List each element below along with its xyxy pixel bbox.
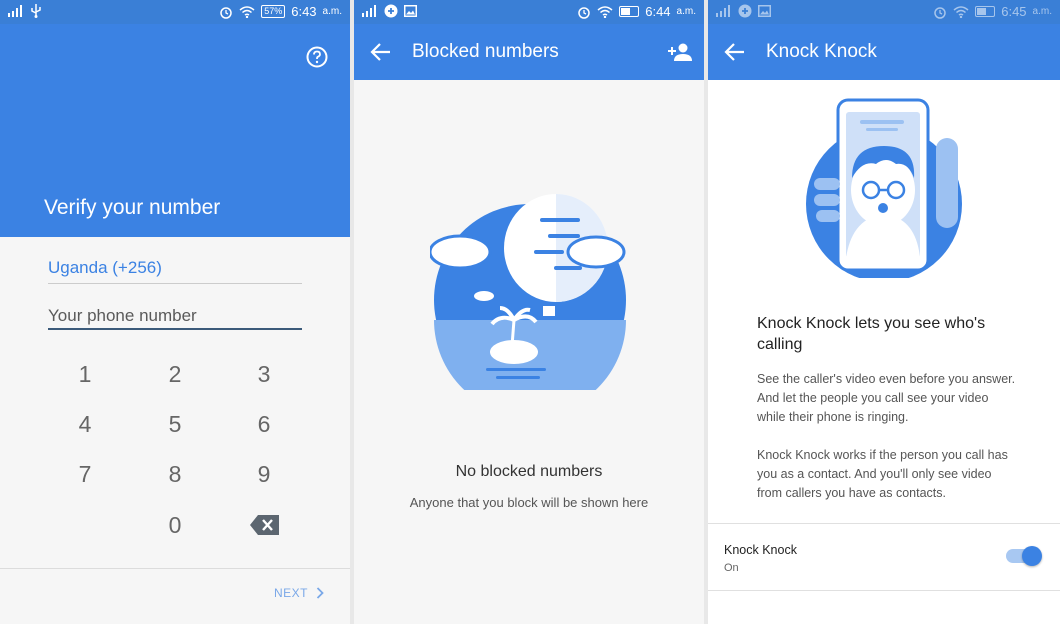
knock-knock-setting-value: On [724,562,739,574]
signal-icon [716,5,730,17]
header-hero: Verify your number [0,24,350,237]
image-icon [758,5,771,17]
toggle-thumb [1022,546,1042,566]
settings-divider [708,523,1060,524]
clock-ampm: a.m. [322,6,342,17]
knock-knock-setting-label[interactable]: Knock Knock [724,543,797,557]
alarm-icon [220,6,232,19]
back-arrow-icon[interactable] [370,41,392,63]
signal-icon [362,5,376,17]
app-bar: Knock Knock [708,24,1060,80]
signal-icon [8,5,22,17]
status-bar: 6:44 a.m. [354,0,704,24]
knock-knock-illustration [806,98,962,278]
feature-description-2: Knock Knock works if the person you call… [757,448,1008,500]
clock-ampm: a.m. [1032,6,1052,17]
page-title: Knock Knock [766,41,877,62]
keypad-key-1[interactable]: 1 [55,356,115,392]
feature-heading: Knock Knock lets you see who's calling [757,315,986,353]
wifi-icon [953,5,969,18]
phone-number-input[interactable] [48,304,302,330]
keypad-key-8[interactable]: 8 [145,456,205,492]
duo-notification-icon [384,4,398,18]
verify-number-screen: 57% 6:43 a.m. Verify your number Uganda … [0,0,350,624]
keypad-key-0[interactable]: 0 [145,507,205,543]
clock: 6:44 [645,4,671,19]
next-button[interactable]: NEXT [274,586,324,600]
status-bar: 6:45 a.m. [708,0,1060,24]
empty-state-subtitle: Anyone that you block will be shown here [409,495,649,510]
status-bar: 57% 6:43 a.m. [0,0,350,24]
wifi-icon [597,5,613,18]
country-selector[interactable]: Uganda (+256) [48,258,302,284]
usb-icon [31,4,41,18]
battery-indicator: 57% [261,5,286,18]
empty-state-illustration [430,194,626,390]
keypad-key-5[interactable]: 5 [145,406,205,442]
knock-knock-toggle[interactable] [1006,546,1042,566]
clock-ampm: a.m. [676,6,696,17]
page-title: Blocked numbers [412,41,559,62]
keypad-key-7[interactable]: 7 [55,456,115,492]
blocked-numbers-screen: 6:44 a.m. Blocked numbers No blocked num… [354,0,704,624]
backspace-icon[interactable] [250,515,280,535]
keypad-key-3[interactable]: 3 [234,356,294,392]
image-icon [404,5,417,17]
settings-divider-bottom [708,590,1060,591]
wifi-icon [239,5,255,18]
alarm-icon [578,6,590,19]
footer-divider [0,568,350,569]
app-bar: Blocked numbers [354,24,704,80]
page-title: Verify your number [44,196,221,219]
duo-notification-icon [738,4,752,18]
next-label: NEXT [273,586,308,600]
keypad-key-4[interactable]: 4 [55,406,115,442]
empty-state-title: No blocked numbers [455,463,603,480]
back-arrow-icon[interactable] [724,41,746,63]
feature-description-1: See the caller's video even before you a… [757,372,1016,424]
alarm-icon [934,6,946,19]
battery-icon [975,6,996,17]
help-icon[interactable] [306,46,328,68]
knock-knock-screen: 6:45 a.m. Knock Knock Knock Knock lets y… [708,0,1060,624]
keypad-key-6[interactable]: 6 [234,406,294,442]
keypad-key-2[interactable]: 2 [145,356,205,392]
keypad-key-9[interactable]: 9 [234,456,294,492]
clock: 6:43 [291,4,317,19]
clock: 6:45 [1001,4,1027,19]
chevron-right-icon [316,587,324,599]
add-user-icon[interactable] [668,41,692,63]
battery-icon [619,6,640,17]
